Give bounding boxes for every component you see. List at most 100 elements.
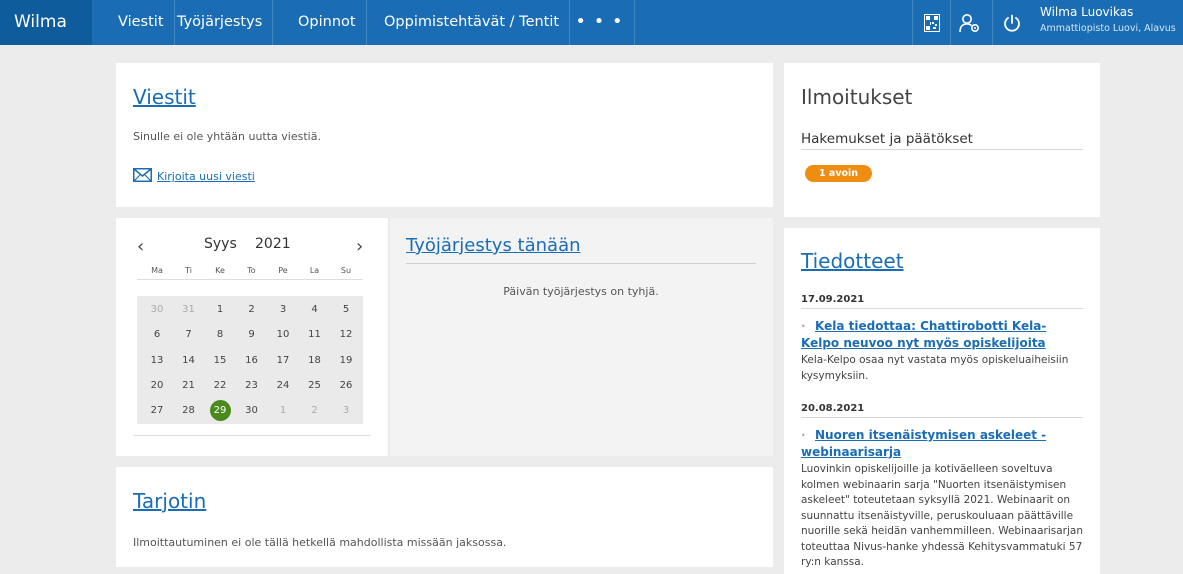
notices-divider <box>801 149 1083 150</box>
schedule-empty-text: Päivän työjärjestys on tyhjä. <box>503 285 659 298</box>
write-message-label: Kirjoita uusi viesti <box>157 170 255 183</box>
news-divider-1 <box>801 308 1083 309</box>
news-date-1: 17.09.2021 <box>801 294 865 305</box>
calendar-day-number: 12 <box>339 329 353 341</box>
calendar-day[interactable]: 16 <box>237 348 267 373</box>
calendar-day[interactable]: 27 <box>142 398 172 423</box>
calendar-day[interactable]: 11 <box>300 322 330 347</box>
calendar-day-number: 17 <box>276 354 290 366</box>
calendar-day-number: 21 <box>182 379 195 391</box>
schedule-title-link[interactable]: Työjärjestys tänään <box>406 235 581 256</box>
calendar-day[interactable]: 28 <box>174 398 204 423</box>
news-item-1-body: Kela-Kelpo osaa nyt vastata myös opiskel… <box>801 354 1069 382</box>
calendar-weekday: Ma <box>151 266 163 275</box>
calendar-day[interactable]: 25 <box>300 373 330 398</box>
notices-subtitle[interactable]: Hakemukset ja päätökset <box>801 131 973 147</box>
notices-title: Ilmoitukset <box>801 85 913 109</box>
calendar-day[interactable]: 6 <box>142 322 172 347</box>
tray-title-link[interactable]: Tarjotin <box>133 489 206 513</box>
power-icon[interactable] <box>992 0 1030 45</box>
calendar-day-number: 30 <box>150 304 164 315</box>
calendar-day[interactable]: 13 <box>142 348 172 373</box>
calendar-weekday: To <box>247 266 256 275</box>
calendar-month: Syys <box>204 236 237 252</box>
news-item-1-title[interactable]: · Kela tiedottaa: Chattirobotti Kela-Kelp… <box>801 318 1083 352</box>
calendar-day[interactable]: 23 <box>237 373 267 398</box>
calendar-day[interactable]: 4 <box>300 297 330 322</box>
calendar-day-number: 28 <box>182 405 195 417</box>
calendar-day[interactable]: 12 <box>331 322 361 347</box>
calendar-day[interactable]: 2 <box>300 398 330 423</box>
open-applications-badge[interactable]: 1 avoin <box>805 165 873 182</box>
calendar-day[interactable]: 19 <box>331 348 361 373</box>
calendar-bottom-divider <box>133 435 371 436</box>
calendar-day-number: 9 <box>248 329 255 341</box>
calendar-next-button[interactable]: › <box>356 236 363 257</box>
calendar-day[interactable]: 14 <box>174 348 204 373</box>
calendar-day[interactable]: 22 <box>205 373 235 398</box>
calendar-day-number: 6 <box>153 329 161 341</box>
calendar-day-number: 30 <box>245 405 258 417</box>
tray-text: Ilmoittautuminen ei ole tällä hetkellä m… <box>133 536 507 549</box>
schedule-divider <box>406 263 756 264</box>
calendar-day[interactable]: 15 <box>205 348 235 373</box>
calendar-day[interactable]: 31 <box>174 297 204 322</box>
calendar-day[interactable]: 1 <box>205 297 235 322</box>
news-item-2-title[interactable]: · Nuoren itsenäistymisen askeleet - webin… <box>801 427 1083 461</box>
calendar-day[interactable]: 10 <box>268 322 298 347</box>
messages-panel: Viestit Sinulle ei ole yhtään uutta vies… <box>116 63 773 207</box>
calendar-day-number: 14 <box>182 354 195 366</box>
calendar-day[interactable]: 18 <box>300 348 330 373</box>
calendar-prev-button[interactable]: ‹ <box>137 236 144 257</box>
calendar-day-number: 23 <box>245 379 258 391</box>
calendar-day-number: 7 <box>185 329 192 341</box>
bullet-icon: · <box>801 319 806 333</box>
calendar-day[interactable]: 30 <box>237 398 267 423</box>
nav-more-button[interactable]: • • • <box>566 0 635 45</box>
calendar-day[interactable]: 1 <box>268 398 298 423</box>
calendar-weekday: Ke <box>215 266 225 275</box>
calendar-day[interactable]: 21 <box>174 373 204 398</box>
news-item-1-title-text: Kela tiedottaa: Chattirobotti Kela-Kelpo… <box>801 319 1047 350</box>
messages-title-link[interactable]: Viestit <box>133 85 196 109</box>
calendar-day[interactable]: 3 <box>331 398 361 423</box>
no-messages-text: Sinulle ei ole yhtään uutta viestiä. <box>133 130 321 143</box>
calendar-divider <box>137 279 363 280</box>
calendar-day[interactable]: 7 <box>174 322 204 347</box>
calendar-day-number: 13 <box>150 354 164 366</box>
calendar-day-number: 22 <box>213 379 227 391</box>
news-title-link[interactable]: Tiedotteet <box>801 249 904 273</box>
nav-item-opinnot[interactable]: Opinnot <box>288 0 367 45</box>
calendar-weekday: Ti <box>185 266 192 275</box>
calendar-day[interactable]: 24 <box>268 373 298 398</box>
calendar-day[interactable]: 17 <box>268 348 298 373</box>
calendar-day-number: 3 <box>342 405 350 417</box>
nav-item-tyojarjestys[interactable]: Työjärjestys <box>167 0 274 45</box>
calendar-day-today[interactable]: 29 <box>205 398 235 423</box>
nav-item-viestit[interactable]: Viestit <box>108 0 175 45</box>
calendar-grid: 30 31 1 2 3 4 5 6 7 8 9 10 11 12 13 14 15 16 17 18 19 20 21 22 2… <box>137 296 363 424</box>
calendar-weekday: Su <box>340 266 352 275</box>
tray-panel: Tarjotin Ilmoittautuminen ei ole tällä h… <box>116 467 773 567</box>
calendar-day[interactable]: 8 <box>205 322 235 347</box>
calendar-day-number: 18 <box>308 354 321 366</box>
calendar-day[interactable]: 2 <box>237 297 267 322</box>
qr-code-icon[interactable] <box>912 0 950 45</box>
calendar-day[interactable]: 20 <box>142 373 172 398</box>
calendar-day-number: 10 <box>276 329 290 341</box>
news-panel: Tiedotteet 17.09.2021 · Kela tiedottaa: C… <box>784 228 1100 574</box>
calendar-day[interactable]: 30 <box>142 297 172 322</box>
user-settings-icon[interactable] <box>950 0 988 45</box>
calendar-day-number: 2 <box>248 304 255 315</box>
user-info[interactable]: Wilma Luovikas Ammattiopisto Luovi, Alav… <box>1040 5 1183 43</box>
calendar-day-number: 27 <box>150 405 164 417</box>
calendar-day[interactable]: 26 <box>331 373 361 398</box>
calendar-day[interactable]: 5 <box>331 297 361 322</box>
brand-logo[interactable]: Wilma <box>0 0 92 45</box>
news-item-2-title-text: Nuoren itsenäistymisen askeleet - webina… <box>801 428 1047 459</box>
write-message-link[interactable]: Kirjoita uusi viesti <box>133 167 255 186</box>
calendar-day[interactable]: 3 <box>268 297 298 322</box>
calendar-day-number: 3 <box>279 304 287 315</box>
nav-item-oppimistehtavat[interactable]: Oppimistehtävät / Tentit <box>374 0 571 45</box>
calendar-day[interactable]: 9 <box>237 322 267 347</box>
